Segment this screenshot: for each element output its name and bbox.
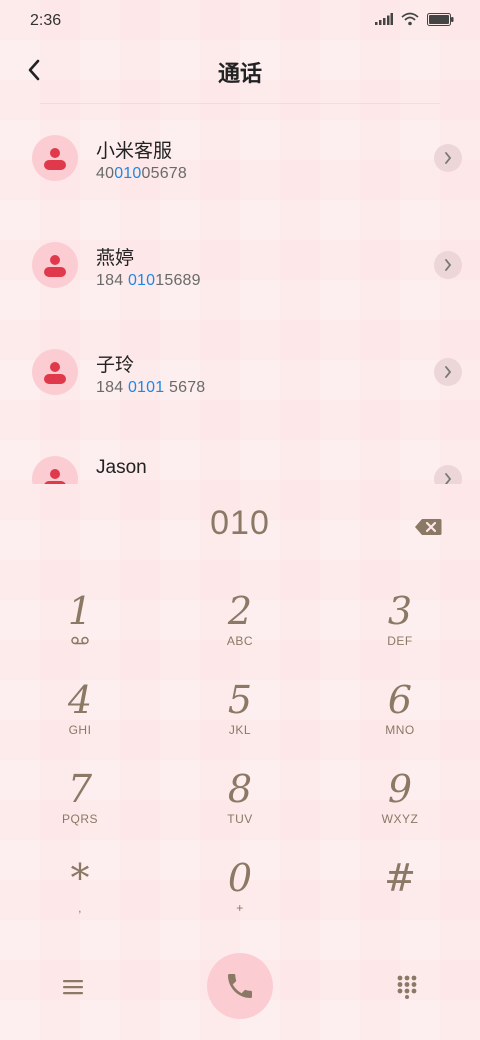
status-time: 2:36 [30,12,62,29]
avatar [32,349,78,395]
key-digit: 0 [227,856,253,900]
key-1[interactable]: 1 [25,590,135,660]
key-digit: 6 [387,678,413,722]
chevron-right-icon [445,152,452,164]
voicemail-icon [25,634,135,648]
key-digit: 4 [67,678,93,722]
nav-bar: 通话 [0,40,480,100]
signal-icon [375,13,393,25]
matching-contacts-list: 小米客服 4001005678 燕婷 184 01015689 子玲 184 0… [0,104,480,484]
chevron-right-icon [445,259,452,271]
key-0[interactable]: 0 + [185,857,295,927]
key-star[interactable]: * , [25,857,135,927]
contact-name: 小米客服 [96,141,173,162]
phone-icon [228,974,252,998]
key-digit: # [384,856,416,900]
person-icon [44,362,66,384]
key-letters: GHI [68,723,92,737]
key-letters: ABC [226,634,254,648]
chevron-right-icon [445,473,452,484]
key-letters: MNO [385,723,415,737]
person-icon [44,148,66,170]
battery-icon [427,12,454,26]
key-2[interactable]: 2 ABC [185,590,295,660]
avatar [32,242,78,288]
contact-number: 184 0101 5678 [96,379,206,396]
menu-icon [63,980,83,995]
key-6[interactable]: 6 MNO [345,679,455,749]
dialpad-icon [397,975,417,999]
contact-detail-button[interactable] [434,144,462,172]
person-icon [44,469,66,484]
contact-name: 燕婷 [96,248,135,269]
key-digit: 3 [387,589,413,633]
key-4[interactable]: 4 GHI [25,679,135,749]
key-letters: PQRS [61,812,98,826]
contact-name: Jason [96,457,147,478]
key-digit: * [70,856,90,900]
key-digit: 7 [67,767,93,811]
contact-detail-button[interactable] [434,251,462,279]
person-icon [44,255,66,277]
contact-detail-button[interactable] [434,465,462,484]
wifi-icon [401,12,419,26]
contact-name: 子玲 [96,355,135,376]
number-match-highlight: 0101 [127,379,165,396]
contact-row[interactable]: 燕婷 184 01015689 [0,211,480,317]
key-letters: TUV [227,812,253,826]
key-digit: 5 [227,678,253,722]
chevron-right-icon [445,366,452,378]
number-match-highlight: 010 [127,272,156,289]
contact-row[interactable]: 小米客服 4001005678 [0,104,480,210]
avatar [32,456,78,484]
key-letters: WXYZ [381,812,419,826]
key-7[interactable]: 7 PQRS [25,768,135,838]
key-5[interactable]: 5 JKL [185,679,295,749]
key-letters: DEF [387,634,413,648]
backspace-button[interactable] [410,512,446,542]
key-9[interactable]: 9 WXYZ [345,768,455,838]
contact-detail-button[interactable] [434,358,462,386]
contact-number: 4001005678 [96,165,187,182]
bottom-action-bar [0,950,480,1030]
call-button[interactable] [207,953,273,1019]
dial-display: 010 [0,504,480,554]
key-letters: JKL [228,723,252,737]
key-digit: 2 [227,589,253,633]
menu-button[interactable] [56,970,90,1004]
key-8[interactable]: 8 TUV [185,768,295,838]
contact-row[interactable]: 子玲 184 0101 5678 [0,318,480,424]
key-letters: , [78,901,82,915]
key-digit: 8 [227,767,253,811]
key-digit: 1 [67,589,93,633]
number-match-highlight: 010 [114,165,142,182]
avatar [32,135,78,181]
key-3[interactable]: 3 DEF [345,590,455,660]
contact-number: 184 01015689 [96,272,201,289]
contact-row[interactable]: Jason [0,425,480,484]
status-icons [375,12,454,26]
key-digit: 9 [387,767,413,811]
page-title: 通话 [217,61,262,86]
key-letters: + [236,901,244,915]
keypad-toggle-button[interactable] [390,970,424,1004]
key-hash[interactable]: # [345,857,455,927]
backspace-icon [415,519,442,535]
dialed-number: 010 [210,504,270,542]
status-bar: 2:36 [0,0,480,40]
